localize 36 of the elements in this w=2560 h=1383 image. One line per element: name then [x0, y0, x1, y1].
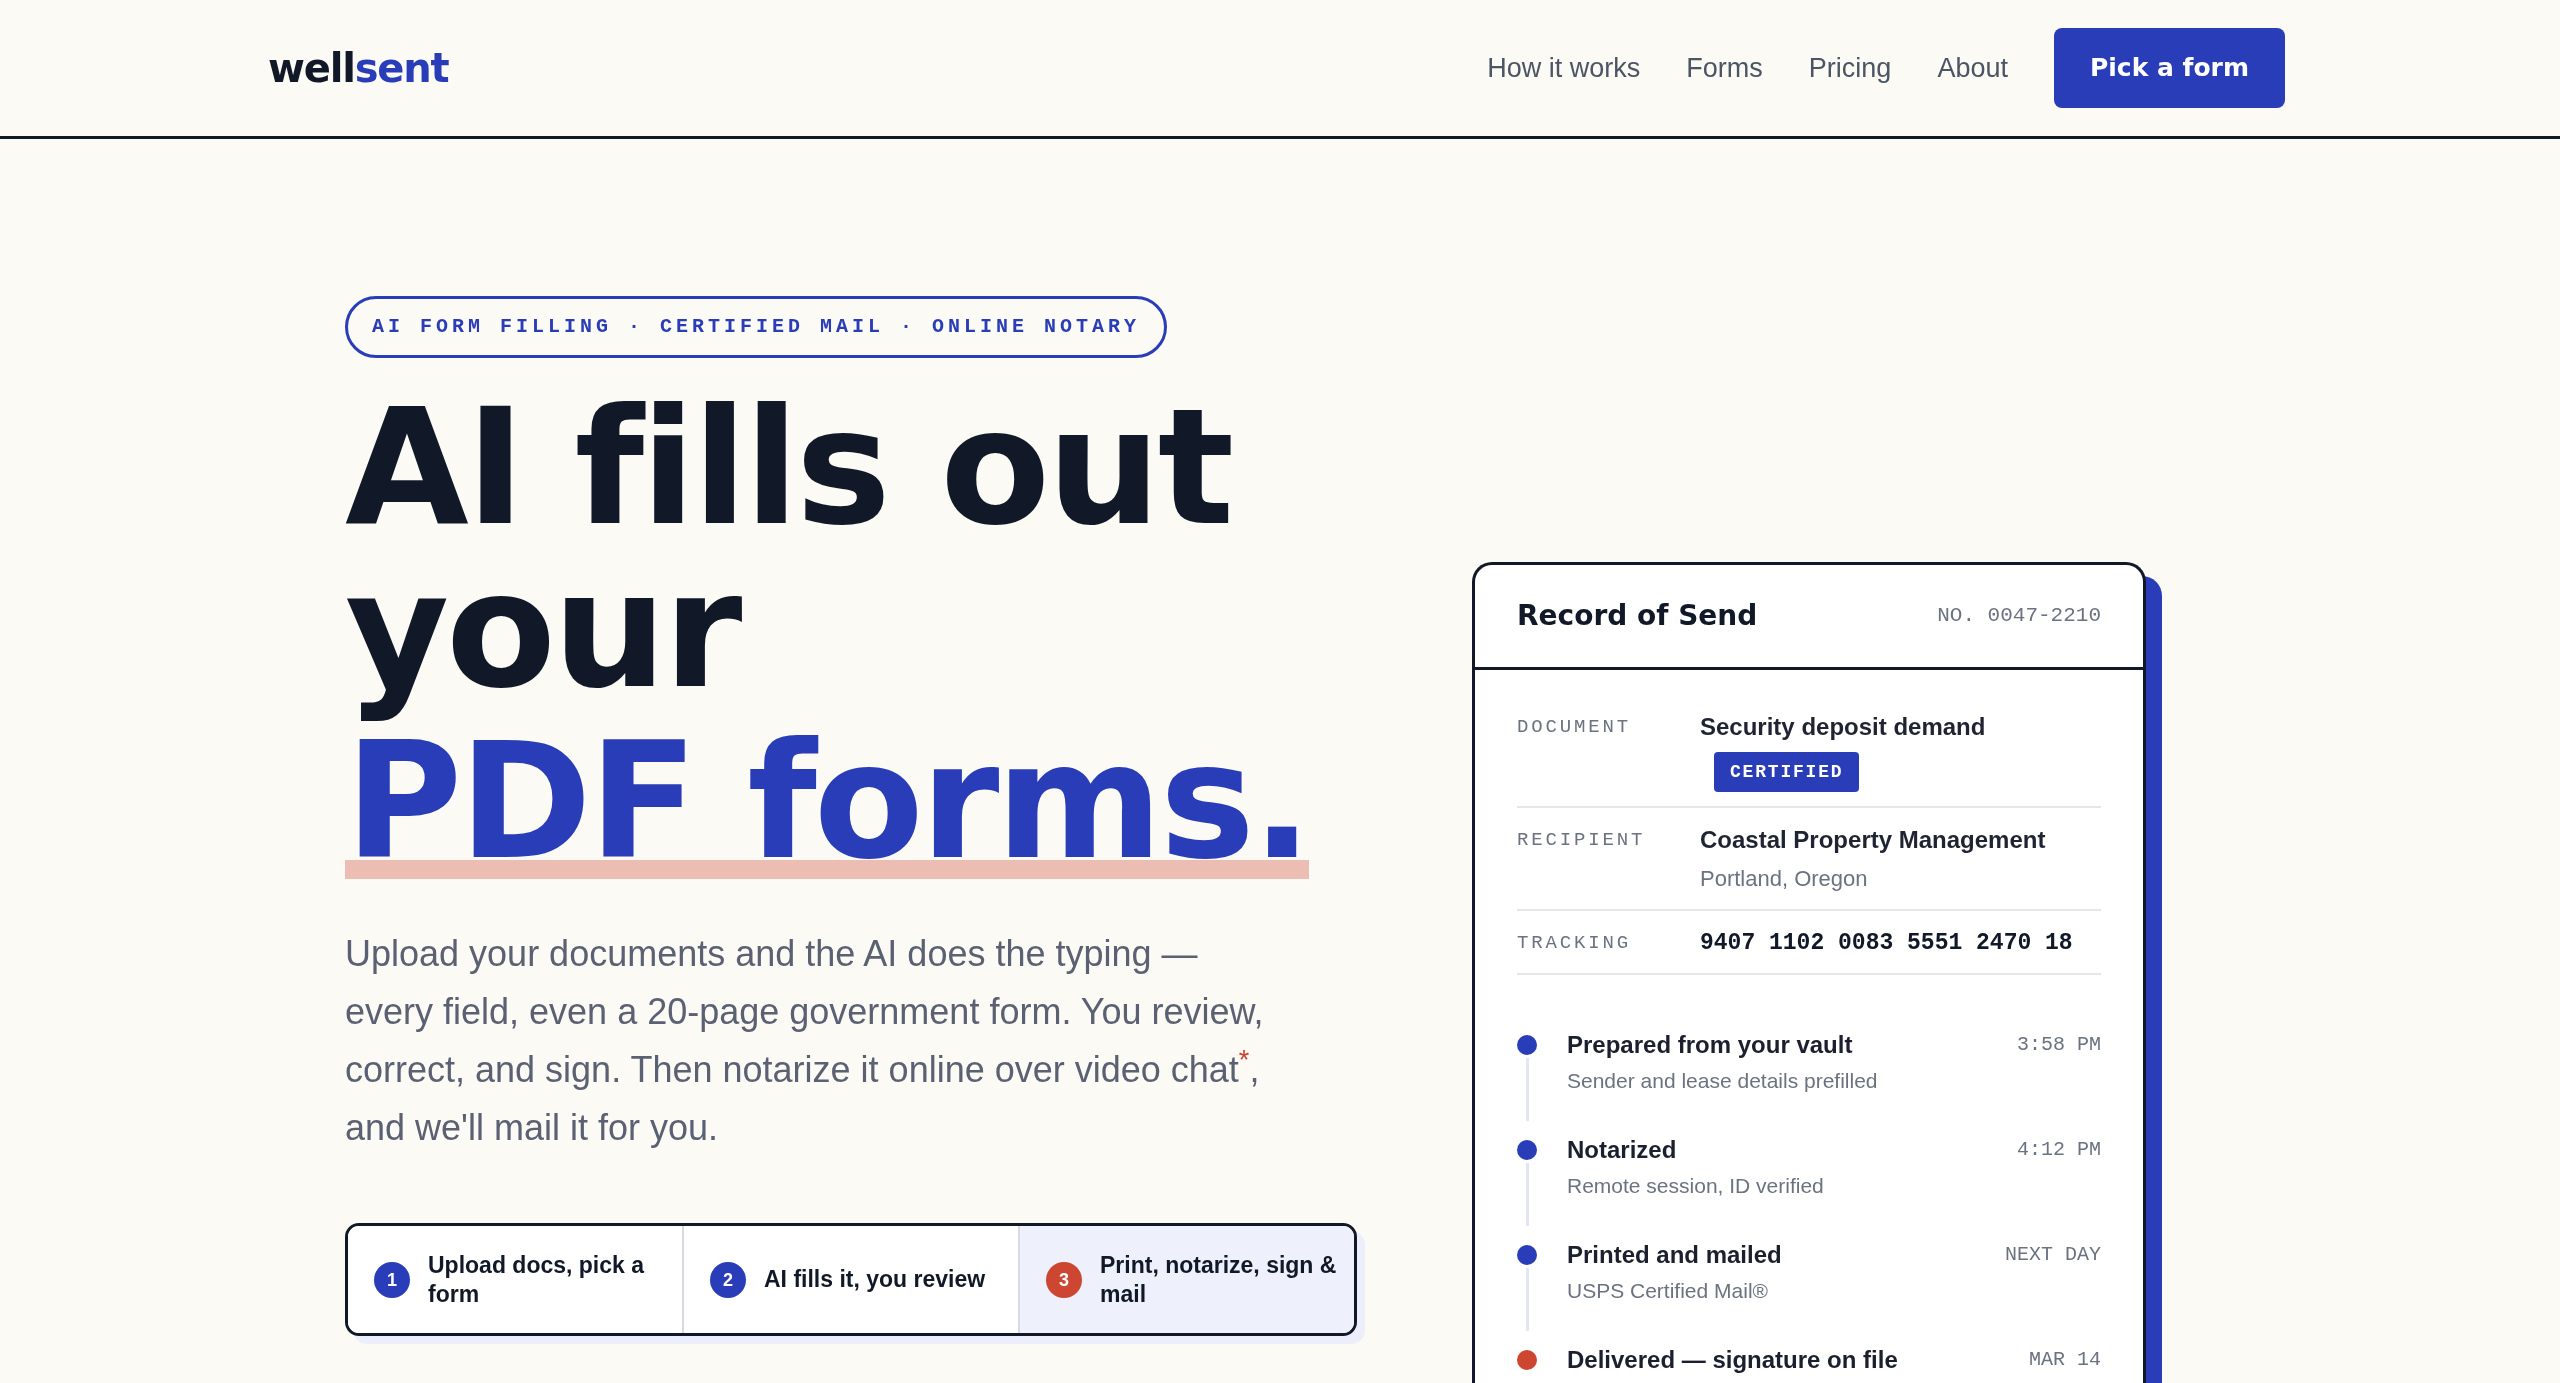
nav-link[interactable]: About: [1937, 54, 2008, 82]
event-title: Printed and mailed: [1567, 1240, 1782, 1270]
event-time: 4:12 PM: [2017, 1137, 2101, 1163]
nav-link[interactable]: Pricing: [1808, 54, 1892, 82]
step-label: Upload docs, pick a form: [428, 1250, 646, 1309]
field-label: DOCUMENT: [1517, 715, 1632, 740]
hero-description: Upload your documents and the AI does the typing — every field, even a 20-page government form. You review, correct, and sign. Then notarize it online over video chat$^{*}$, and we'll mail it for you.: [345, 932, 1265, 1150]
event-detail: Remote session, ID verified: [1567, 1173, 1824, 1199]
event-detail: Sender and lease details prefilled: [1567, 1068, 1878, 1094]
event-time: NEXT DAY: [2005, 1242, 2101, 1268]
event-title: Prepared from your vault: [1567, 1030, 1853, 1060]
field-detail: Portland, Oregon: [1700, 865, 1868, 893]
event-time: 3:58 PM: [2017, 1032, 2101, 1058]
card-title: Record of Send: [1517, 598, 1758, 634]
field-value: Security deposit demand: [1700, 712, 1986, 742]
logo-link[interactable]: wellsent: [268, 48, 449, 88]
feature-tagline: AI FORM FILLING · CERTIFIED MAIL · ONLINE NOTARY: [345, 296, 1168, 358]
field-value: 9407 1102 0083 5551 2470 18: [1700, 929, 2073, 958]
nav-link[interactable]: How it works: [1487, 54, 1641, 82]
step-number: 2: [710, 1261, 746, 1298]
status-badge: CERTIFIED: [1714, 752, 1860, 792]
step-label: Print, notarize, sign & mail: [1100, 1250, 1338, 1309]
headline-text: AI fills out your: [345, 386, 1233, 724]
record-number: NO. 0047-2210: [1937, 603, 2101, 630]
step-label: AI fills it, you review: [764, 1265, 986, 1294]
step-number: 1: [374, 1261, 410, 1298]
event-title: Notarized: [1567, 1135, 1677, 1165]
nav-link[interactable]: Forms: [1686, 54, 1763, 82]
event-title: Delivered — signature on file: [1567, 1345, 1898, 1375]
field-value: Coastal Property Management: [1700, 825, 2046, 855]
field-label: TRACKING: [1517, 931, 1632, 956]
step-number: 3: [1046, 1261, 1082, 1298]
field-label: RECIPIENT: [1517, 828, 1647, 853]
pick-form-button[interactable]: Pick a form: [2053, 28, 2285, 108]
event-time: MAR 14: [2029, 1347, 2101, 1373]
event-detail: USPS Certified Mail®: [1567, 1278, 1769, 1304]
